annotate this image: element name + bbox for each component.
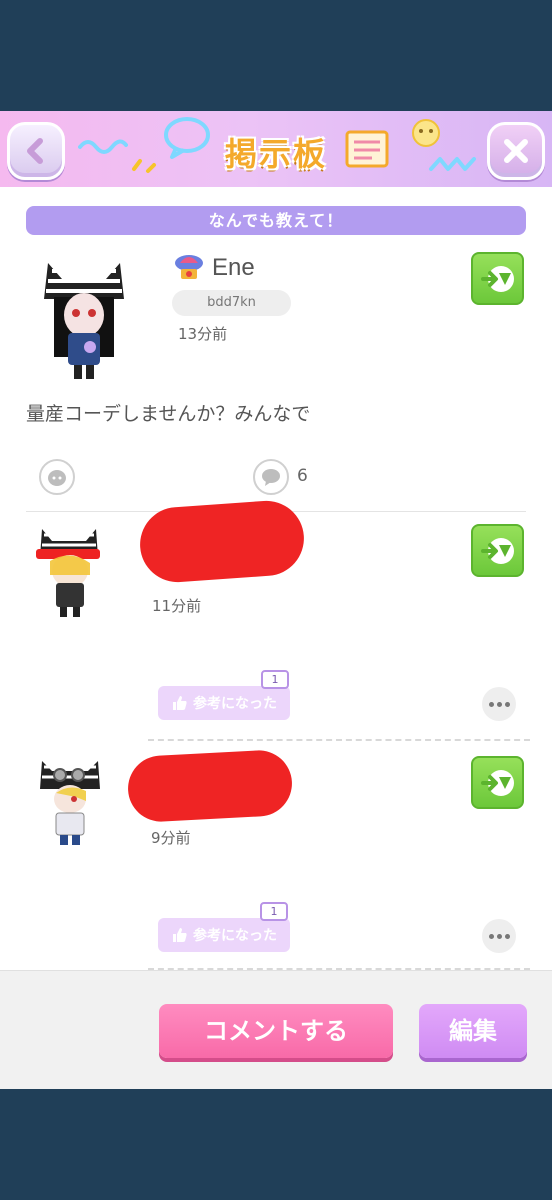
post-time: 13分前	[178, 325, 228, 343]
share-icon	[480, 537, 514, 564]
redacted-username	[137, 498, 307, 585]
face-icon	[48, 470, 66, 486]
action-footer: コメントする 編集	[0, 970, 552, 1089]
share-button[interactable]	[471, 252, 524, 305]
helpful-label: 参考になった	[193, 928, 277, 944]
share-icon	[480, 769, 514, 796]
helpful-label: 参考になった	[193, 696, 277, 712]
reaction-button[interactable]	[39, 459, 75, 495]
thumbs-up-icon	[173, 928, 187, 942]
helpful-button[interactable]: 参考になった	[158, 686, 290, 720]
share-button[interactable]	[471, 524, 524, 577]
speech-bubble-icon	[262, 469, 280, 486]
share-button[interactable]	[471, 756, 524, 809]
commenter-avatar[interactable]	[36, 757, 104, 849]
commenter-avatar[interactable]	[32, 525, 108, 621]
more-options-button[interactable]	[482, 919, 516, 953]
close-button[interactable]	[487, 122, 545, 180]
user-id-badge: bdd7kn	[172, 290, 291, 316]
page-title: 掲示板	[224, 135, 327, 173]
helpful-button[interactable]: 参考になった	[158, 918, 290, 952]
author-name[interactable]: Ene	[212, 254, 255, 282]
edit-button[interactable]: 編集	[419, 1004, 527, 1058]
thumbs-up-icon	[173, 696, 187, 710]
author-avatar[interactable]	[40, 259, 128, 385]
app-header: 掲示板	[0, 111, 552, 187]
post-text: 量産コーデしませんか？みんなで	[26, 403, 311, 425]
share-icon	[480, 265, 514, 292]
comment-count: 6	[297, 466, 308, 486]
board-content: なんでも教えて！ Ene bdd7kn 13分前 量産コーデしませんか？みんなで	[0, 187, 552, 970]
close-icon	[504, 139, 528, 163]
redacted-username	[126, 748, 294, 824]
topic-label: なんでも教えて！	[26, 206, 526, 235]
crown-badge-icon	[175, 255, 203, 279]
more-options-button[interactable]	[482, 687, 516, 721]
divider	[148, 739, 530, 741]
helpful-count-badge: 1	[261, 670, 289, 689]
comment-button[interactable]: コメントする	[159, 1004, 393, 1058]
comments-button[interactable]	[253, 459, 289, 495]
author-row: Ene	[172, 253, 255, 283]
comment-time: 11分前	[152, 597, 202, 615]
comment-time: 9分前	[151, 829, 191, 847]
helpful-count-badge: 1	[260, 902, 288, 921]
